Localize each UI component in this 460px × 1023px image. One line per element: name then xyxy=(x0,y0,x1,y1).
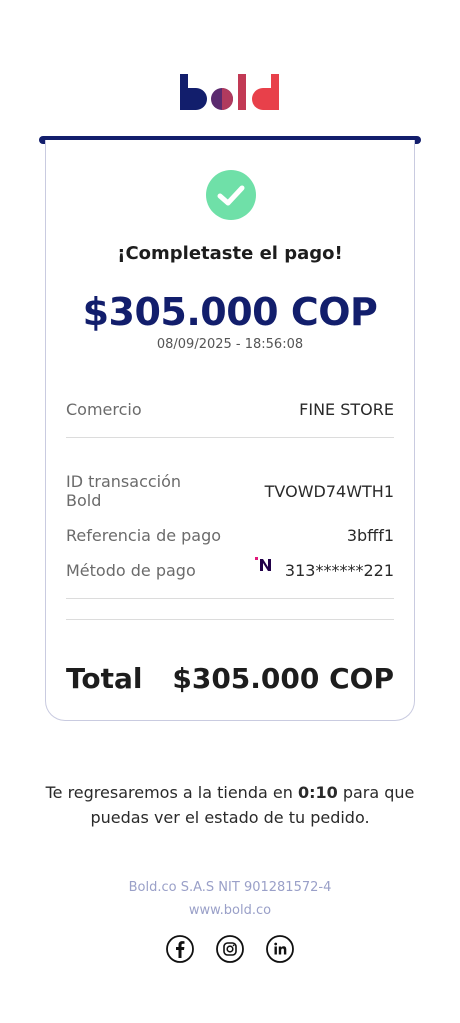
redirect-message: Te regresaremos a la tienda en 0:10 para… xyxy=(30,780,430,830)
payment-success-title: ¡Completaste el pago! xyxy=(117,243,343,264)
divider xyxy=(66,598,394,599)
transaction-id-label: ID transacción Bold xyxy=(66,472,181,510)
bold-logo xyxy=(0,74,460,110)
payment-reference-value: 3bfff1 xyxy=(346,526,394,545)
linkedin-icon[interactable] xyxy=(265,934,295,964)
redirect-prefix: Te regresaremos a la tienda en xyxy=(45,783,298,802)
payment-datetime: 08/09/2025 - 18:56:08 xyxy=(156,337,304,352)
merchant-row: Comercio FINE STORE xyxy=(66,400,394,419)
payment-method-row: Método de pago 313******221 xyxy=(66,556,394,580)
transaction-id-value: TVOWD74WTH1 xyxy=(264,481,394,501)
payment-reference-label: Referencia de pago xyxy=(66,526,222,545)
receipt-card: ¡Completaste el pago! $305.000 COP 08/09… xyxy=(45,140,415,721)
transaction-id-label-line2: Bold xyxy=(66,491,102,510)
footer-company: Bold.co S.A.S NIT 901281572-4 xyxy=(128,880,332,895)
divider xyxy=(66,437,394,438)
total-row: Total $305.000 COP xyxy=(66,662,394,695)
merchant-label: Comercio xyxy=(66,400,142,419)
facebook-icon[interactable] xyxy=(165,934,195,964)
success-check-icon xyxy=(206,170,256,220)
payment-method-label: Método de pago xyxy=(66,561,196,580)
payment-method-value: 313******221 xyxy=(284,561,394,580)
merchant-value: FINE STORE xyxy=(299,400,394,419)
divider xyxy=(66,619,394,620)
nequi-icon xyxy=(254,556,273,573)
transaction-id-row: ID transacción Bold TVOWD74WTH1 xyxy=(66,472,394,510)
social-links xyxy=(0,934,460,964)
total-label: Total xyxy=(66,662,143,695)
payment-reference-row: Referencia de pago 3bfff1 xyxy=(66,526,394,545)
bold-logo-mark xyxy=(180,74,279,110)
payment-amount: $305.000 COP xyxy=(82,290,378,334)
redirect-countdown: 0:10 xyxy=(297,783,338,802)
transaction-id-label-line1: ID transacción xyxy=(66,472,182,491)
footer-website-link[interactable]: www.bold.co xyxy=(0,903,460,918)
instagram-icon[interactable] xyxy=(215,934,245,964)
total-value: $305.000 COP xyxy=(172,662,394,695)
